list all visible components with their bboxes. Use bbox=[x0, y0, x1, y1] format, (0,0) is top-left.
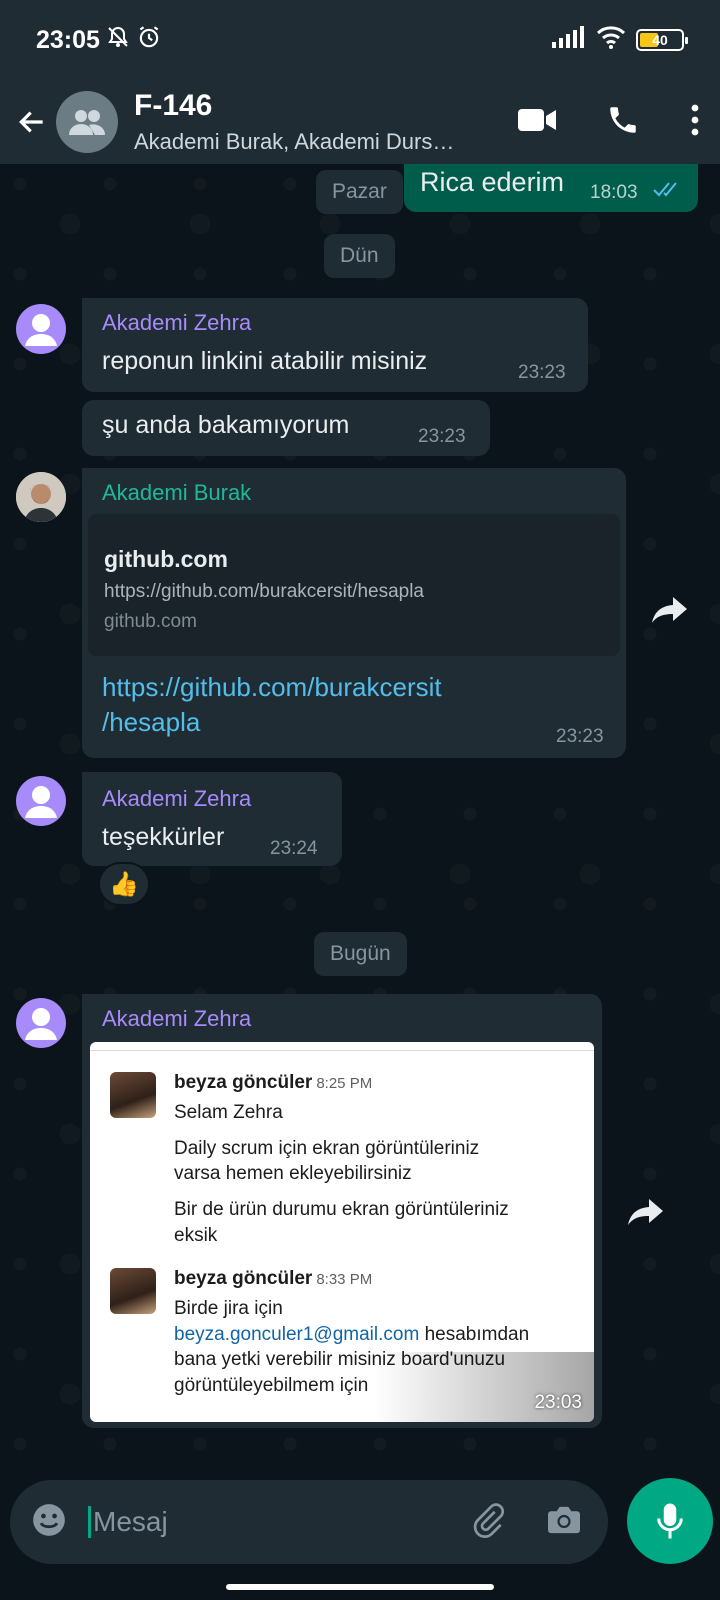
message-text: teşekkürler bbox=[102, 823, 225, 851]
chat-header: F-146 Akademi Burak, Akademi Durs… bbox=[0, 80, 720, 164]
incoming-message[interactable]: Akademi Zehra reponun linkini atabilir m… bbox=[82, 298, 588, 392]
more-options-button[interactable] bbox=[690, 104, 700, 141]
slack-text: Birde jira için bbox=[174, 1298, 283, 1319]
person-icon bbox=[25, 1008, 57, 1040]
sender-name: Akademi Zehra bbox=[102, 1006, 252, 1031]
message-text: reponun linkini atabilir misiniz bbox=[102, 347, 428, 375]
date-chip: Dün bbox=[324, 234, 395, 278]
kebab-menu-icon bbox=[691, 104, 699, 135]
incoming-image-message[interactable]: Akademi Zehra beyza göncüler 8:25 PM Sela… bbox=[82, 994, 602, 1428]
slack-avatar bbox=[110, 1268, 156, 1314]
avatar[interactable] bbox=[16, 472, 66, 522]
message-time: 23:23 bbox=[556, 726, 604, 747]
date-chip: Bugün bbox=[314, 932, 407, 976]
double-check-icon bbox=[652, 180, 682, 203]
voice-message-button[interactable] bbox=[627, 1478, 713, 1564]
message-input[interactable]: Mesaj bbox=[10, 1480, 608, 1564]
slack-email-link: beyza.gonculer1@gmail.com bbox=[174, 1323, 420, 1345]
sender-name: Akademi Zehra bbox=[102, 310, 252, 335]
status-bar: 23:05 40 bbox=[0, 0, 720, 80]
slack-time: 8:33 PM bbox=[316, 1271, 373, 1288]
message-time: 23:03 bbox=[534, 1392, 582, 1413]
message-time: 18:03 bbox=[590, 182, 638, 203]
share-arrow-icon bbox=[628, 1199, 663, 1225]
message-link[interactable]: https://github.com/burakcersit /hesapla bbox=[102, 670, 442, 740]
message-time: 23:23 bbox=[518, 362, 566, 383]
group-icon bbox=[69, 110, 105, 135]
message-placeholder: Mesaj bbox=[88, 1506, 168, 1538]
image-attachment[interactable]: beyza göncüler 8:25 PM Selam Zehra Daily … bbox=[90, 1042, 594, 1422]
chat-participants: Akademi Burak, Akademi Durs… bbox=[134, 129, 455, 154]
sender-name: Akademi Zehra bbox=[102, 786, 252, 811]
battery-icon: 40 bbox=[636, 29, 688, 51]
share-arrow-icon bbox=[652, 597, 687, 623]
slack-text: Bir de ürün durumu ekran görüntüleriniz bbox=[174, 1198, 509, 1220]
voice-call-button[interactable] bbox=[606, 103, 640, 142]
message-time: 23:23 bbox=[418, 426, 466, 447]
alarm-icon bbox=[136, 24, 162, 57]
date-chip: Pazar bbox=[316, 170, 403, 214]
link-preview-title: github.com bbox=[104, 546, 228, 572]
sender-name: Akademi Burak bbox=[102, 480, 252, 505]
slack-text: varsa hemen ekleyebilirsiniz bbox=[174, 1163, 412, 1185]
chat-title: F-146 bbox=[134, 89, 213, 122]
slack-avatar bbox=[110, 1072, 156, 1118]
reaction-badge[interactable]: 👍 bbox=[98, 862, 150, 906]
camera-button[interactable] bbox=[546, 1504, 582, 1541]
message-text: Rica ederim bbox=[420, 167, 565, 197]
status-time: 23:05 bbox=[36, 25, 100, 54]
link-preview-domain: github.com bbox=[104, 611, 197, 632]
slack-time: 8:25 PM bbox=[316, 1075, 373, 1092]
forward-button[interactable] bbox=[644, 584, 696, 636]
incoming-message[interactable]: Akademi Zehra teşekkürler 23:24 bbox=[82, 772, 342, 866]
group-avatar[interactable] bbox=[56, 91, 118, 153]
header-info[interactable]: F-146 Akademi Burak, Akademi Durs… bbox=[134, 89, 474, 155]
camera-icon bbox=[548, 1506, 580, 1533]
slack-text: eksik bbox=[174, 1224, 218, 1246]
link-preview-url: https://github.com/burakcersit/hesapla bbox=[104, 581, 425, 602]
slack-user-name: beyza göncüler bbox=[174, 1268, 313, 1289]
composer: Mesaj bbox=[0, 1470, 720, 1600]
profile-photo-icon bbox=[16, 472, 66, 522]
avatar[interactable] bbox=[16, 304, 66, 354]
forward-button[interactable] bbox=[620, 1186, 672, 1238]
microphone-icon bbox=[657, 1503, 683, 1539]
incoming-message[interactable]: şu anda bakamıyorum 23:23 bbox=[82, 400, 490, 456]
outgoing-message[interactable]: Rica ederim 18:03 bbox=[404, 164, 698, 212]
avatar[interactable] bbox=[16, 776, 66, 826]
emoji-button[interactable] bbox=[30, 1501, 68, 1544]
arrow-left-icon bbox=[19, 111, 43, 133]
incoming-message-link[interactable]: Akademi Burak github.com https://github.… bbox=[82, 468, 626, 758]
person-icon bbox=[25, 786, 57, 818]
home-indicator bbox=[226, 1584, 494, 1590]
link-preview[interactable]: github.com https://github.com/burakcersi… bbox=[88, 514, 620, 656]
link-line: /hesapla bbox=[102, 707, 201, 738]
video-call-button[interactable] bbox=[518, 107, 556, 138]
phone-icon bbox=[610, 106, 636, 133]
video-camera-icon bbox=[518, 108, 556, 131]
slack-text: beyza.gonculer1@gmail.com hesabımdan bbox=[174, 1323, 530, 1345]
chat-messages[interactable]: Pazar Rica ederim 18:03 Dün Akademi Zehr… bbox=[0, 164, 720, 1470]
slack-user-name: beyza göncüler bbox=[174, 1072, 313, 1093]
message-text: şu anda bakamıyorum bbox=[102, 411, 350, 439]
wifi-icon bbox=[596, 25, 626, 56]
signal-icon bbox=[552, 25, 586, 55]
notifications-off-icon bbox=[106, 25, 130, 56]
paperclip-icon bbox=[473, 1502, 505, 1538]
avatar[interactable] bbox=[16, 998, 66, 1048]
slack-text: Daily scrum için ekran görüntüleriniz bbox=[174, 1137, 480, 1159]
person-icon bbox=[25, 314, 57, 346]
emoji-icon bbox=[33, 1503, 65, 1536]
divider bbox=[90, 1050, 594, 1051]
link-line: https://github.com/burakcersit bbox=[102, 672, 442, 702]
slack-text: Selam Zehra bbox=[174, 1102, 283, 1123]
slack-message: beyza göncüler 8:25 PM Selam Zehra Daily … bbox=[174, 1072, 584, 1248]
attach-button[interactable] bbox=[470, 1502, 506, 1543]
back-button[interactable] bbox=[14, 102, 50, 142]
message-time: 23:24 bbox=[270, 838, 318, 859]
